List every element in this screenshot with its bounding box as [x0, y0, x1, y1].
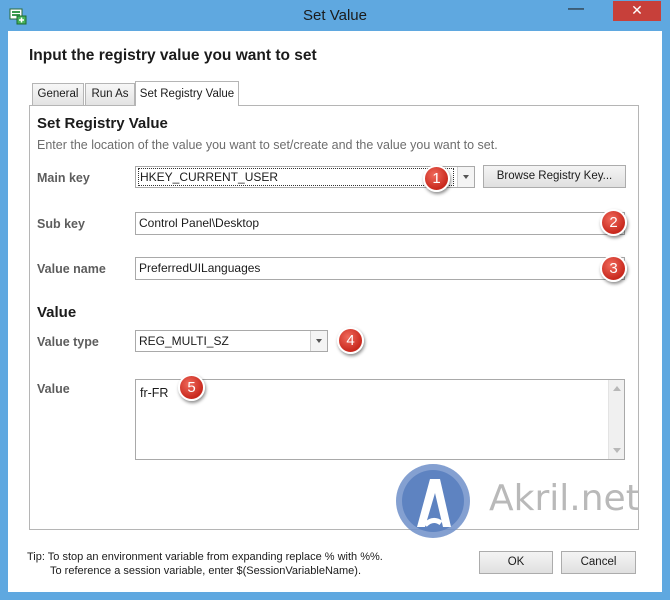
sub-key-label: Sub key	[37, 217, 85, 231]
tab-run-as[interactable]: Run As	[85, 83, 135, 105]
value-type-dropdown[interactable]: REG_MULTI_SZ	[135, 330, 328, 352]
callout-badge-4: 4	[337, 327, 364, 354]
section-title-value: Value	[37, 304, 77, 321]
chevron-down-icon[interactable]	[457, 167, 474, 187]
akril-logo-icon	[396, 464, 470, 538]
dialog-window: Set Value — ✕ Input the registry value y…	[0, 0, 670, 600]
tab-set-registry-value[interactable]: Set Registry Value	[135, 81, 239, 106]
value-textarea[interactable]: fr-FR	[135, 379, 625, 460]
callout-badge-1: 1	[423, 165, 450, 192]
tip-text: Tip: To stop an environment variable fro…	[27, 550, 383, 578]
tip-line-2: To reference a session variable, enter $…	[50, 565, 362, 577]
scroll-up-icon[interactable]	[613, 386, 621, 391]
watermark: Akril.net	[395, 461, 645, 541]
close-button[interactable]: ✕	[613, 1, 661, 21]
chevron-down-icon[interactable]	[310, 331, 327, 351]
value-label: Value	[37, 382, 70, 396]
sub-key-input[interactable]: Control Panel\Desktop	[135, 212, 625, 235]
tip-line-1: Tip: To stop an environment variable fro…	[27, 551, 383, 563]
minimize-button[interactable]: —	[563, 0, 589, 22]
main-key-value: HKEY_CURRENT_USER	[138, 168, 454, 186]
scroll-down-icon[interactable]	[613, 448, 621, 453]
dialog-heading: Input the registry value you want to set	[29, 47, 317, 64]
ok-button[interactable]: OK	[479, 551, 553, 574]
value-text: fr-FR	[140, 386, 169, 400]
dialog-client: Input the registry value you want to set…	[8, 31, 662, 592]
title-bar[interactable]: Set Value — ✕	[0, 0, 670, 31]
tab-general[interactable]: General	[32, 83, 84, 105]
value-type-label: Value type	[37, 335, 99, 349]
callout-badge-2: 2	[600, 209, 627, 236]
registry-description: Enter the location of the value you want…	[37, 138, 498, 152]
value-name-label: Value name	[37, 262, 106, 276]
main-key-label: Main key	[37, 171, 90, 185]
section-title-registry: Set Registry Value	[37, 115, 168, 132]
callout-badge-3: 3	[600, 255, 627, 282]
cancel-button[interactable]: Cancel	[561, 551, 636, 574]
browse-registry-key-button[interactable]: Browse Registry Key...	[483, 165, 626, 188]
value-name-input[interactable]: PreferredUILanguages	[135, 257, 625, 280]
callout-badge-5: 5	[178, 374, 205, 401]
watermark-text: Akril.net	[489, 478, 640, 519]
value-type-value: REG_MULTI_SZ	[139, 334, 229, 348]
vertical-scrollbar[interactable]	[608, 380, 624, 459]
